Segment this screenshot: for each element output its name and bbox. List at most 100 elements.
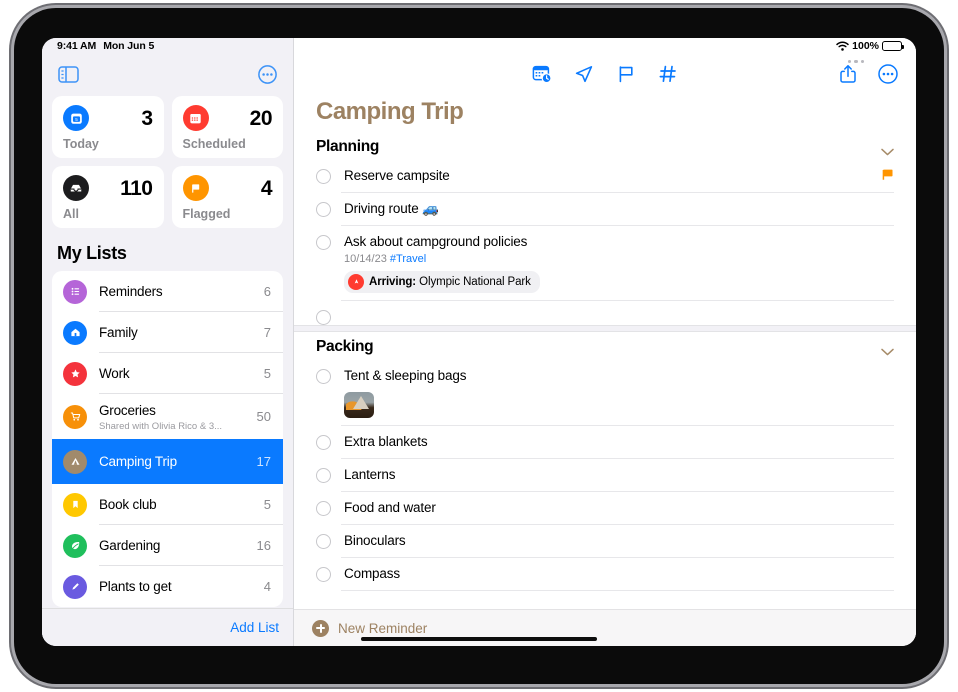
today-calendar-icon: 5 [63, 105, 89, 131]
plus-circle-icon[interactable] [312, 619, 329, 637]
task-title: Food and water [344, 500, 436, 515]
chevron-down-icon[interactable] [881, 343, 894, 356]
location-pin-icon [348, 274, 364, 290]
task-row-empty[interactable] [294, 301, 916, 325]
detail-toolbar-right [838, 64, 898, 84]
task-title: Reserve campsite [344, 168, 450, 183]
task-row[interactable]: Tent & sleeping bags [294, 360, 916, 426]
smart-list-all[interactable]: 110 All [52, 166, 164, 228]
task-title: Tent & sleeping bags [344, 368, 467, 383]
sidebar-item-count: 4 [263, 579, 271, 594]
new-reminder-label: New Reminder [338, 620, 428, 636]
sidebar-item-label: Reminders [99, 283, 163, 299]
location-badge-prefix: Arriving: [369, 276, 417, 288]
page-title: Camping Trip [316, 98, 464, 125]
task-row[interactable]: Extra blankets [294, 426, 916, 459]
sidebar-header [42, 38, 293, 84]
flag-icon[interactable] [881, 168, 894, 186]
sidebar: 9:41 AM Mon Jun 5 5 3 Today 20 Scheduled… [42, 38, 293, 646]
sidebar-item-label: Camping Trip [99, 453, 177, 469]
smart-list-today[interactable]: 5 3 Today [52, 96, 164, 158]
hashtag-icon[interactable] [658, 64, 678, 84]
task-checkbox[interactable] [316, 369, 331, 384]
section-header-planning[interactable]: Planning [294, 132, 916, 160]
sidebar-item-label: Family [99, 324, 138, 340]
ipad-screen: 9:41 AM Mon Jun 5 5 3 Today 20 Scheduled… [42, 38, 916, 646]
sidebar-item-gardening[interactable]: Gardening 16 [52, 525, 283, 566]
smart-list-count: 110 [120, 176, 153, 200]
location-badge[interactable]: Arriving: Olympic National Park [344, 271, 540, 293]
row-divider [341, 590, 894, 591]
smart-list-label: All [63, 207, 79, 221]
bookmark-icon [63, 492, 87, 517]
task-checkbox[interactable] [316, 468, 331, 483]
star-icon [63, 361, 87, 386]
smart-list-scheduled[interactable]: 20 Scheduled [171, 96, 283, 158]
ipad-device-frame: 9:41 AM Mon Jun 5 5 3 Today 20 Scheduled… [14, 8, 944, 684]
task-checkbox[interactable] [316, 435, 331, 450]
sidebar-item-count: 5 [263, 366, 271, 381]
scheduled-calendar-icon [182, 105, 209, 131]
detail-pane: 100% Camping Trip Planning Reserve camps… [293, 38, 916, 646]
task-row[interactable]: Food and water [294, 492, 916, 525]
task-checkbox[interactable] [316, 501, 331, 516]
sidebar-more-circle-icon[interactable] [258, 64, 277, 84]
sidebar-item-plants-to-get[interactable]: Plants to get 4 [52, 566, 283, 607]
add-list-button[interactable]: Add List [230, 620, 279, 635]
smart-list-count: 20 [249, 106, 273, 130]
tent-icon [63, 449, 87, 474]
sidebar-item-label: Gardening [99, 537, 161, 553]
sidebar-item-camping-trip[interactable]: Camping Trip 17 [52, 439, 283, 484]
sidebar-item-book-club[interactable]: Book club 5 [52, 484, 283, 525]
cart-icon [63, 404, 87, 429]
multitasking-dots[interactable] [598, 60, 865, 64]
sidebar-toggle-icon[interactable] [58, 65, 79, 83]
smart-list-count: 4 [260, 176, 273, 200]
task-row[interactable]: Reserve campsite [294, 160, 916, 193]
calendar-clock-icon[interactable] [532, 64, 552, 84]
task-row[interactable]: Driving route 🚙 [294, 193, 916, 226]
smart-list-flagged[interactable]: 4 Flagged [171, 166, 283, 228]
sidebar-item-count: 50 [256, 409, 271, 424]
sidebar-scroll-area[interactable]: 5 3 Today 20 Scheduled 110 All 4 Flagged… [42, 84, 293, 608]
task-checkbox[interactable] [316, 567, 331, 582]
task-attachment-thumbnail[interactable] [344, 392, 374, 418]
sidebar-item-family[interactable]: Family 7 [52, 312, 283, 353]
section-header-packing[interactable]: Packing [294, 332, 916, 360]
section-title: Planning [316, 138, 380, 155]
flag-outline-icon[interactable] [616, 64, 636, 84]
smart-list-label: Today [63, 137, 99, 151]
multitasking-handle[interactable] [294, 60, 916, 64]
reminders-list[interactable]: Planning Reserve campsite Driving route [294, 132, 916, 646]
task-row[interactable]: Ask about campground policies 10/14/23 #… [294, 226, 916, 301]
all-inbox-icon [63, 175, 89, 201]
task-row[interactable]: Compass [294, 558, 916, 591]
sidebar-item-groceries[interactable]: Groceries Shared with Olivia Rico & 3...… [52, 394, 283, 439]
smart-lists-grid: 5 3 Today 20 Scheduled 110 All 4 Flagged [52, 96, 283, 228]
task-row[interactable]: Binoculars [294, 525, 916, 558]
task-tag[interactable]: #Travel [390, 253, 426, 265]
smart-list-count: 3 [141, 106, 153, 130]
chevron-down-icon[interactable] [881, 143, 894, 156]
share-icon[interactable] [838, 64, 858, 84]
list-bullet-icon [63, 279, 87, 304]
section-title: Packing [316, 338, 374, 355]
location-arrow-icon[interactable] [574, 64, 594, 84]
task-checkbox[interactable] [316, 169, 331, 184]
task-checkbox[interactable] [316, 310, 331, 325]
sidebar-footer: Add List [42, 608, 293, 646]
more-circle-icon[interactable] [878, 64, 898, 84]
house-icon [63, 320, 87, 345]
home-indicator[interactable] [361, 637, 597, 641]
sidebar-item-work[interactable]: Work 5 [52, 353, 283, 394]
task-checkbox[interactable] [316, 534, 331, 549]
sidebar-item-label: Book club [99, 496, 157, 512]
task-title: Binoculars [344, 533, 406, 548]
task-title: Compass [344, 566, 400, 581]
sidebar-item-label: Work [99, 365, 130, 381]
task-checkbox[interactable] [316, 235, 331, 250]
wifi-icon [836, 41, 849, 51]
task-row[interactable]: Lanterns [294, 459, 916, 492]
task-checkbox[interactable] [316, 202, 331, 217]
sidebar-item-reminders[interactable]: Reminders 6 [52, 271, 283, 312]
